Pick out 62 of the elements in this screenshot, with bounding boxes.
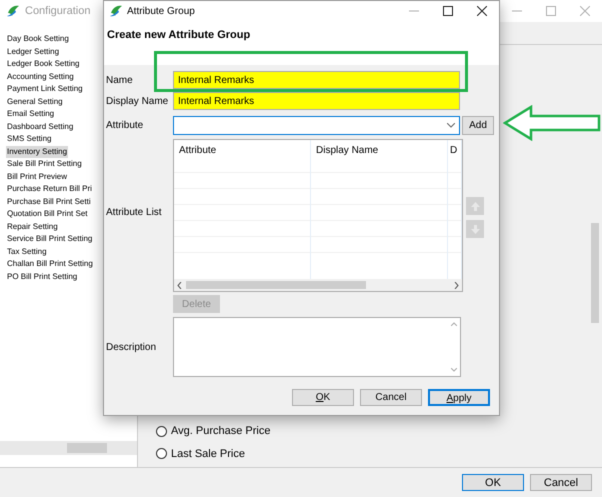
field-label: Attribute [105, 119, 144, 133]
scroll-down-icon [451, 368, 457, 372]
sidebar-item[interactable]: Day Book Setting [6, 33, 70, 46]
dialog-button[interactable]: Apply [428, 389, 490, 406]
add-button[interactable]: Add [462, 116, 494, 135]
sidebar-item[interactable]: Bill Print Preview [6, 170, 68, 183]
sidebar-item[interactable]: Sale Bill Print Setting [6, 158, 83, 170]
attribute-combobox[interactable] [173, 116, 460, 135]
radio-button[interactable] [156, 426, 167, 437]
sidebar-item[interactable]: Tax Setting [6, 246, 48, 258]
dialog-button[interactable]: Cancel [360, 389, 422, 406]
maximize-icon [443, 6, 453, 16]
sidebar-item[interactable]: Ledger Book Setting [6, 58, 80, 70]
move-down-button[interactable] [466, 220, 484, 238]
dialog-button[interactable]: Cancel [530, 474, 592, 491]
sidebar-item[interactable]: Purchase Return Bill Pri [6, 183, 93, 196]
scroll-up-icon [451, 322, 457, 326]
radio-label: Last Sale Price [171, 446, 245, 462]
sidebar-item[interactable]: Challan Bill Print Setting [6, 258, 94, 270]
sidebar-item[interactable]: PO Bill Print Setting [6, 270, 78, 283]
field-label: Attribute List [105, 206, 162, 220]
arrow-up-icon [470, 202, 480, 210]
sidebar-item[interactable]: General Setting [6, 96, 64, 108]
sidebar-item[interactable]: Ledger Setting [6, 46, 60, 58]
sidebar-item[interactable]: Service Bill Print Setting [6, 233, 94, 246]
close-icon [477, 6, 487, 16]
sidebar-item[interactable]: Quotation Bill Print Set [6, 208, 88, 220]
sidebar-item[interactable]: Inventory Setting [6, 146, 68, 158]
sidebar-item[interactable]: Dashboard Setting [6, 120, 74, 133]
sidebar-item[interactable]: Accounting Setting [6, 70, 75, 83]
column-header[interactable]: Display Name [316, 145, 378, 156]
dialog-title: Attribute Group [127, 4, 195, 18]
app-logo-icon [6, 4, 20, 18]
maximize-icon [546, 6, 556, 16]
chevron-down-icon [447, 123, 455, 128]
scroll-left-icon [177, 282, 182, 288]
dialog-button[interactable]: OK [292, 389, 354, 406]
field-label: Name [105, 74, 134, 88]
sidebar-item[interactable]: SMS Setting [6, 133, 52, 146]
radio-button[interactable] [156, 448, 167, 460]
dialog-button[interactable]: OK [462, 474, 524, 491]
field-label: Display Name [105, 94, 170, 108]
dialog-heading: Create new Attribute Group [107, 29, 250, 41]
move-up-button[interactable] [466, 197, 484, 215]
sidebar-item[interactable]: Payment Link Setting [6, 83, 84, 96]
close-icon [580, 6, 590, 16]
text-field[interactable]: Internal Remarks [173, 92, 460, 110]
app-logo-icon [109, 4, 123, 18]
radio-label: Avg. Purchase Price [171, 424, 270, 439]
horizontal-scrollbar[interactable] [174, 279, 462, 291]
scroll-right-icon [454, 282, 459, 288]
sidebar-item[interactable]: Repair Setting [6, 220, 59, 233]
horizontal-scrollbar[interactable] [0, 441, 137, 455]
column-header[interactable]: D [450, 145, 458, 156]
sidebar-item[interactable]: Email Setting [6, 108, 56, 120]
arrow-down-icon [470, 224, 480, 234]
field-label: Description [105, 340, 158, 354]
description-textarea[interactable] [173, 317, 461, 377]
text-field[interactable]: Internal Remarks [173, 71, 460, 89]
sidebar-item[interactable]: Purchase Bill Print Setti [6, 196, 92, 208]
window-title: Configuration [25, 4, 90, 19]
column-header[interactable]: Attribute [179, 145, 216, 156]
